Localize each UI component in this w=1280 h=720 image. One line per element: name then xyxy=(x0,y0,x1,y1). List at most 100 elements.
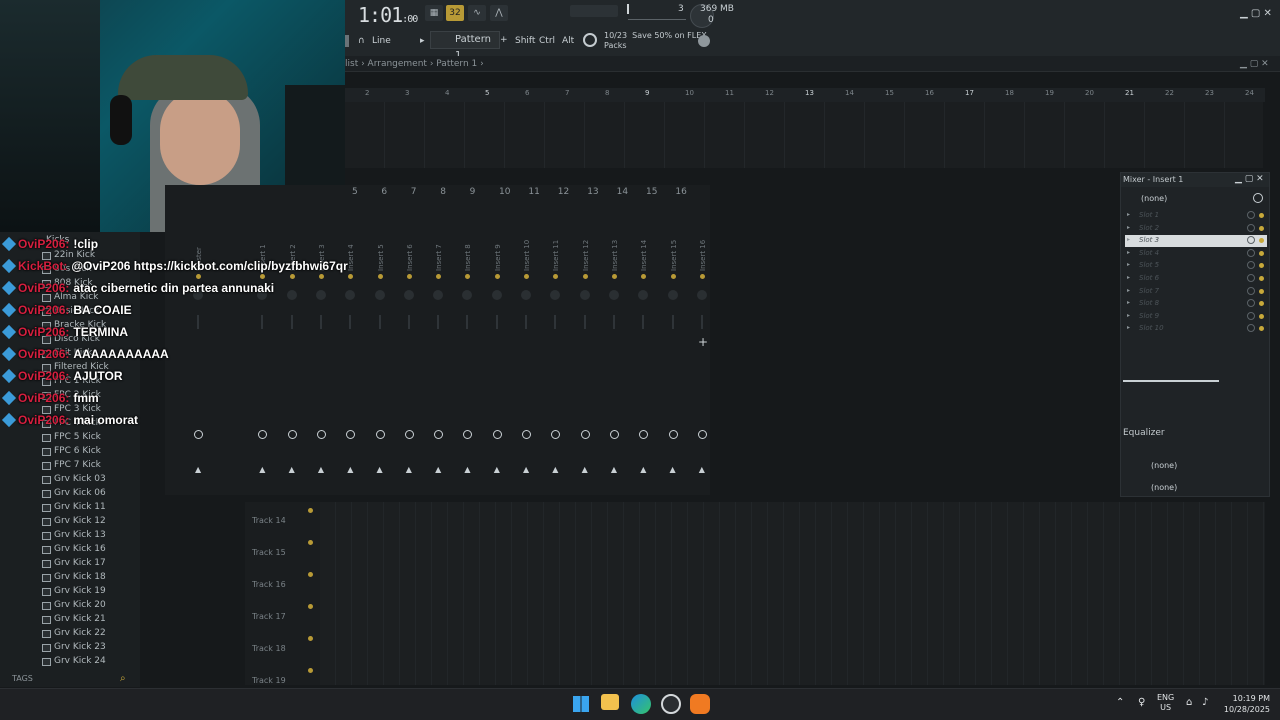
insert-knob[interactable] xyxy=(462,290,473,300)
track-label[interactable]: Track 19 xyxy=(252,676,286,685)
news-panel[interactable]: 10/23 Save 50% on FLEX Packs xyxy=(604,31,707,51)
slot-mix-knob[interactable] xyxy=(1247,286,1255,295)
insert-fader[interactable] xyxy=(466,315,469,329)
insert-led[interactable] xyxy=(465,274,471,279)
insert-route-knob[interactable] xyxy=(492,430,502,439)
route-arrow-icon[interactable]: ▲ xyxy=(611,465,617,474)
volume-icon[interactable]: ♪ xyxy=(1202,697,1208,708)
browser-tags[interactable]: TAGS xyxy=(12,674,33,683)
effect-slot[interactable]: ▸ Slot 1 xyxy=(1125,210,1267,222)
browser-item[interactable]: Grv Kick 22 xyxy=(0,626,140,640)
insert-name[interactable]: Insert 15 xyxy=(670,235,678,271)
slot-enable-led[interactable] xyxy=(1259,250,1264,256)
insert-route-knob[interactable] xyxy=(639,430,649,439)
slot-enable-led[interactable] xyxy=(1259,276,1264,281)
slot-mix-knob[interactable] xyxy=(1247,236,1255,245)
windows-start-icon[interactable] xyxy=(573,696,589,712)
history-icon[interactable] xyxy=(1253,193,1263,203)
browser-item[interactable]: Grv Kick 23 xyxy=(0,640,140,654)
browser-item[interactable]: Grv Kick 20 xyxy=(0,598,140,612)
pattern-selector[interactable]: Pattern 1 xyxy=(430,31,500,61)
piano-icon[interactable]: ▦ xyxy=(425,5,443,21)
insert-led[interactable] xyxy=(524,274,529,279)
insert-knob[interactable] xyxy=(403,290,414,300)
browser-item[interactable]: Grv Kick 17 xyxy=(0,556,140,570)
mixer-panel-controls[interactable]: ▁ ▢ ✕ xyxy=(1235,174,1264,184)
insert-led[interactable] xyxy=(436,274,442,279)
slot-mix-knob[interactable] xyxy=(1247,223,1255,232)
route-arrow-icon[interactable]: ▲ xyxy=(289,465,295,474)
effect-slot[interactable]: ▸ Slot 8 xyxy=(1125,298,1267,310)
tempo-display[interactable] xyxy=(570,5,618,17)
track-grid[interactable] xyxy=(320,502,1265,685)
slot-mix-knob[interactable] xyxy=(1247,274,1255,282)
master-volume-slider[interactable] xyxy=(628,19,686,20)
microphone-icon[interactable]: ♀ xyxy=(1138,697,1145,708)
insert-led[interactable] xyxy=(406,274,412,279)
insert-route-knob[interactable] xyxy=(609,430,619,439)
browser-item[interactable]: Grv Kick 16 xyxy=(0,542,140,556)
insert-knob[interactable] xyxy=(579,290,590,300)
chrome-icon[interactable] xyxy=(661,694,681,714)
route-arrow-icon[interactable]: ▲ xyxy=(640,465,646,474)
browser-item[interactable]: Grv Kick 03 xyxy=(0,472,140,486)
insert-route-knob[interactable] xyxy=(434,430,444,439)
track-label[interactable]: Track 18 xyxy=(252,644,286,653)
add-insert-icon[interactable]: + xyxy=(698,335,708,349)
send-1-select[interactable]: (none) xyxy=(1151,461,1177,470)
headphones-icon[interactable]: ∩ xyxy=(358,36,365,46)
insert-name[interactable]: Insert 14 xyxy=(640,235,648,271)
insert-route-knob[interactable] xyxy=(580,430,590,439)
browser-item[interactable]: Grv Kick 06 xyxy=(0,486,140,500)
slot-enable-led[interactable] xyxy=(1259,225,1264,231)
route-arrow-icon[interactable]: ▲ xyxy=(347,465,353,474)
insert-fader[interactable] xyxy=(700,315,703,329)
browser-item[interactable]: Grv Kick 18 xyxy=(0,570,140,584)
track-led[interactable] xyxy=(308,604,313,609)
insert-led[interactable] xyxy=(641,274,647,279)
track-led[interactable] xyxy=(308,572,313,577)
insert-name[interactable]: Insert 11 xyxy=(552,235,560,271)
language-indicator[interactable]: ENG US xyxy=(1157,693,1174,713)
browser-item[interactable]: FPC 6 Kick xyxy=(0,444,140,458)
effect-slot[interactable]: ▸ Slot 5 xyxy=(1125,260,1267,272)
metronome-icon[interactable]: ⋀ xyxy=(490,5,508,21)
slot-enable-led[interactable] xyxy=(1259,238,1264,244)
insert-knob[interactable] xyxy=(638,290,649,300)
route-arrow-icon[interactable]: ▲ xyxy=(377,465,383,474)
slot-mix-knob[interactable] xyxy=(1247,211,1255,219)
system-clock[interactable]: 10:19 PM 10/28/2025 xyxy=(1224,693,1270,715)
track-led[interactable] xyxy=(308,636,313,641)
file-explorer-icon[interactable] xyxy=(601,694,619,710)
insert-fader[interactable] xyxy=(612,315,615,329)
insert-fader[interactable] xyxy=(642,315,645,329)
browser-item[interactable]: Grv Kick 24 xyxy=(0,654,140,668)
add-pattern-icon[interactable]: + xyxy=(500,35,508,45)
insert-led[interactable] xyxy=(699,274,705,279)
insert-name[interactable]: Insert 10 xyxy=(523,235,531,271)
track-led[interactable] xyxy=(308,508,313,513)
effect-slot[interactable]: ▸ Slot 4 xyxy=(1125,248,1267,260)
route-arrow-icon[interactable]: ▲ xyxy=(318,465,324,474)
insert-name[interactable]: Insert 7 xyxy=(435,235,443,271)
track-label[interactable]: Track 14 xyxy=(252,516,286,525)
effect-slot[interactable]: ▸ Slot 9 xyxy=(1125,311,1267,323)
route-arrow-icon[interactable]: ▲ xyxy=(406,465,412,474)
route-arrow-icon[interactable]: ▲ xyxy=(259,465,265,474)
route-arrow-icon[interactable]: ▲ xyxy=(699,465,705,474)
slot-mix-knob[interactable] xyxy=(1247,299,1255,308)
snap-mode[interactable]: Line xyxy=(372,36,391,46)
input-select[interactable]: (none) xyxy=(1141,194,1167,203)
insert-fader[interactable] xyxy=(525,315,527,329)
route-arrow-icon[interactable]: ▲ xyxy=(582,465,588,474)
browser-item[interactable]: Grv Kick 11 xyxy=(0,500,140,514)
edge-browser-icon[interactable] xyxy=(631,694,651,714)
insert-name[interactable]: Insert 9 xyxy=(494,235,502,271)
insert-route-knob[interactable] xyxy=(522,430,531,439)
effect-slot[interactable]: ▸ Slot 3 xyxy=(1125,235,1267,248)
tempo-badge[interactable]: 32 xyxy=(446,5,464,21)
slot-mix-knob[interactable] xyxy=(1247,261,1255,270)
song-position-display[interactable]: 1:01:00 xyxy=(358,3,418,27)
insert-route-knob[interactable] xyxy=(463,430,473,439)
fl-studio-icon[interactable] xyxy=(690,694,710,714)
